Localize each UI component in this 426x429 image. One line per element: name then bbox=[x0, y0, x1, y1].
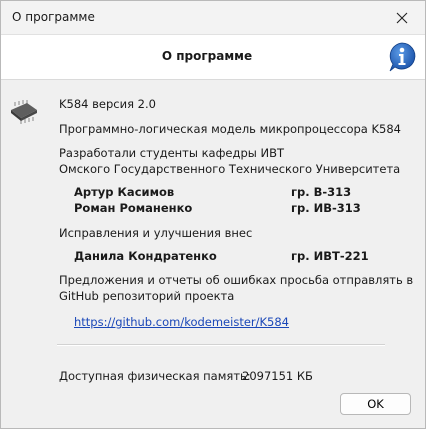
developed-text-line1: Разработали студенты кафедры ИВТ bbox=[59, 146, 285, 160]
author-name: Роман Романенко bbox=[74, 201, 193, 215]
separator bbox=[57, 344, 385, 346]
feedback-text-line1: Предложения и отчеты об ошибках просьба … bbox=[59, 273, 414, 287]
dialog-content: K584 версия 2.0 Программно-логическая мо… bbox=[1, 79, 425, 428]
info-icon bbox=[389, 42, 416, 72]
dialog-header: О программе bbox=[1, 34, 425, 80]
description-text: Программно-логическая модель микропроцес… bbox=[59, 122, 401, 136]
author-group: гр. В-313 bbox=[291, 185, 352, 199]
close-icon bbox=[396, 12, 408, 23]
memory-value: 2097151 КБ bbox=[242, 369, 313, 383]
chip-icon bbox=[11, 100, 37, 124]
improver-name: Данила Кондратенко bbox=[74, 249, 217, 263]
close-button[interactable] bbox=[379, 1, 425, 34]
version-text: K584 версия 2.0 bbox=[59, 97, 156, 111]
title-bar: О программе bbox=[1, 1, 425, 34]
memory-label: Доступная физическая память: bbox=[59, 369, 251, 383]
author-name: Артур Касимов bbox=[74, 185, 175, 199]
developed-text-line2: Омского Государственного Технического Ун… bbox=[59, 162, 401, 176]
improver-group: гр. ИВТ-221 bbox=[291, 249, 369, 263]
repo-link[interactable]: https://github.com/kodemeister/K584 bbox=[74, 315, 289, 329]
header-title: О программе bbox=[161, 49, 253, 63]
improvements-label: Исправления и улучшения внес bbox=[59, 226, 253, 240]
window-title: О программе bbox=[12, 10, 95, 24]
ok-button[interactable]: OK bbox=[340, 393, 411, 415]
feedback-text-line2: GitHub репозиторий проекта bbox=[59, 289, 235, 303]
about-dialog: О программе О программе K584 версия 2.0 … bbox=[0, 0, 426, 429]
author-group: гр. ИВ-313 bbox=[291, 201, 361, 215]
